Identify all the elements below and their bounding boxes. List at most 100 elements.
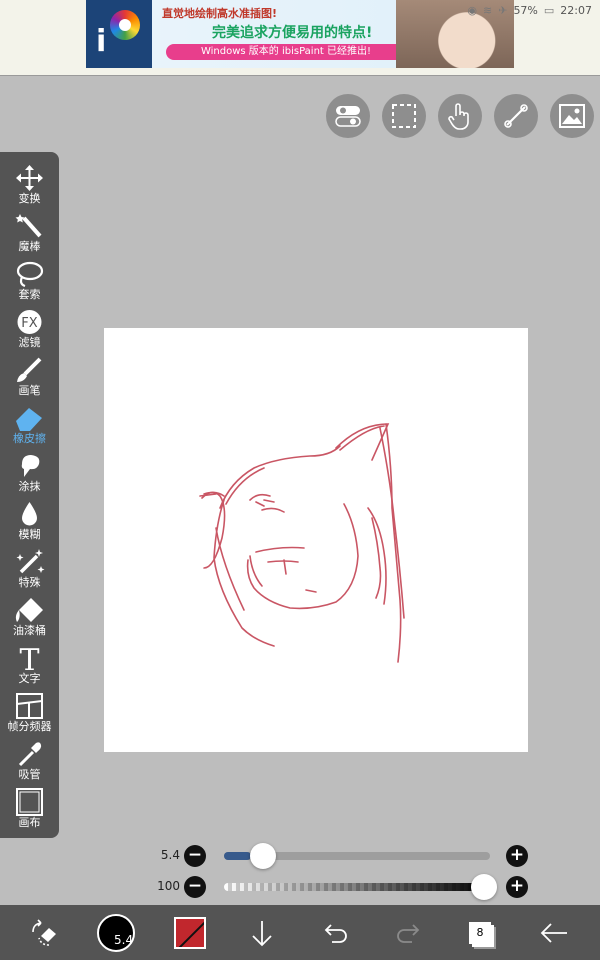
touch-icon (448, 103, 469, 130)
swap-tool-button[interactable] (24, 913, 64, 953)
brush-size-value: 5.4 (160, 848, 180, 862)
redo-button[interactable] (388, 913, 428, 953)
brush-preview: 5.4 (97, 914, 135, 952)
smudge-icon (21, 455, 40, 477)
ad-line3: Windows 版本的 ibisPaint 已经推出! (166, 44, 406, 60)
tool-filter[interactable]: FX 滤镜 (0, 304, 59, 352)
touch-button[interactable] (438, 94, 482, 138)
eyedropper-icon (18, 742, 42, 767)
arrow-left-icon (540, 923, 567, 943)
layer-count: 8 (469, 922, 491, 944)
plus-icon: + (509, 845, 525, 865)
opacity-increase-button[interactable]: + (506, 876, 528, 898)
drawing-canvas[interactable] (104, 328, 528, 752)
slider-thumb[interactable] (471, 874, 497, 900)
svg-text:T: T (19, 644, 39, 672)
plus-icon: + (509, 876, 525, 896)
top-banner-area: i 直觉地绘制高水准插图! 完美追求方便易用的特点! Windows 版本的 i… (0, 0, 600, 76)
size-increase-button[interactable]: + (506, 845, 528, 867)
selection-button[interactable] (382, 94, 426, 138)
tool-label: 变换 (18, 192, 41, 205)
battery-percent: 57% (513, 4, 538, 17)
layers-button[interactable]: 8 (460, 913, 500, 953)
opacity-slider-row: 100 − + (140, 874, 540, 900)
paint-bucket-icon (15, 598, 43, 622)
undo-icon (324, 924, 347, 943)
airplane-icon: ✈ (498, 4, 508, 17)
magic-wand-icon (15, 214, 42, 238)
tool-canvas[interactable]: 画布 (0, 784, 59, 832)
move-icon (16, 165, 43, 191)
back-button[interactable] (534, 913, 574, 953)
tool-label: 涂抹 (18, 480, 41, 493)
tool-label: 文字 (18, 672, 41, 685)
frame-divider-icon (16, 693, 43, 719)
tool-label: 橡皮擦 (13, 432, 46, 445)
tool-paint-bucket[interactable]: 油漆桶 (0, 592, 59, 640)
ruler-button[interactable] (494, 94, 538, 138)
download-button[interactable] (242, 913, 282, 953)
eraser-swap-icon (32, 919, 56, 946)
fx-icon: FX (17, 310, 42, 334)
image-icon (559, 104, 585, 128)
tool-label: 画布 (18, 816, 41, 829)
tool-label: 吸管 (18, 768, 41, 781)
brush-size-button[interactable]: 5.4 (96, 913, 136, 953)
lasso-icon (16, 261, 44, 288)
status-bar: ◉ ≋ ✈ 57% ▭ 22:07 (467, 4, 592, 17)
tool-sidebar: 变换 魔棒 套索 FX 滤镜 画笔 橡皮擦 涂抹 模糊 特殊 油漆桶 T 文字 … (0, 152, 59, 838)
eye-icon: ◉ (467, 4, 477, 17)
tool-blur[interactable]: 模糊 (0, 496, 59, 544)
color-button[interactable] (170, 913, 210, 953)
battery-icon: ▭ (543, 4, 555, 17)
tool-brush[interactable]: 画笔 (0, 352, 59, 400)
brush-size-label: 5.4 (114, 933, 134, 947)
tool-special[interactable]: 特殊 (0, 544, 59, 592)
ad-banner[interactable]: i 直觉地绘制高水准插图! 完美追求方便易用的特点! Windows 版本的 i… (86, 0, 514, 68)
tool-label: 套索 (18, 288, 41, 301)
toggle-button[interactable] (326, 94, 370, 138)
tool-text[interactable]: T 文字 (0, 640, 59, 688)
tool-label: 特殊 (18, 576, 41, 589)
sketch-strokes (199, 423, 405, 663)
color-swatch (174, 917, 206, 949)
clock: 22:07 (560, 4, 592, 17)
image-button[interactable] (550, 94, 594, 138)
size-decrease-button[interactable]: − (184, 845, 206, 867)
canvas-icon (16, 788, 43, 816)
ruler-icon (504, 104, 528, 128)
tool-eyedropper[interactable]: 吸管 (0, 736, 59, 784)
minus-icon: − (187, 876, 203, 896)
tool-label: 滤镜 (18, 336, 41, 349)
opacity-value: 100 (157, 879, 180, 893)
tool-transform[interactable]: 变换 (0, 160, 59, 208)
tool-eraser[interactable]: 橡皮擦 (0, 400, 59, 448)
redo-icon (397, 924, 420, 943)
arrow-down-icon (252, 921, 272, 947)
tool-magic-wand[interactable]: 魔棒 (0, 208, 59, 256)
tool-frame-divider[interactable]: 帧分频器 (0, 688, 59, 736)
toggle-icon (335, 106, 361, 127)
tool-label: 油漆桶 (13, 624, 46, 637)
brush-size-slider[interactable] (224, 843, 490, 869)
eraser-icon (16, 408, 42, 431)
opacity-slider[interactable] (224, 874, 497, 900)
wifi-icon: ≋ (483, 4, 493, 17)
tool-smudge[interactable]: 涂抹 (0, 448, 59, 496)
slider-thumb[interactable] (249, 843, 276, 869)
svg-text:FX: FX (21, 316, 37, 331)
opacity-decrease-button[interactable]: − (184, 876, 206, 898)
selection-icon (392, 104, 416, 128)
ibispaint-logo: i (86, 0, 152, 68)
ad-line2: 完美追求方便易用的特点! (212, 25, 373, 41)
tool-label: 模糊 (18, 528, 41, 541)
text-icon: T (19, 644, 39, 672)
undo-button[interactable] (316, 913, 356, 953)
tool-lasso[interactable]: 套索 (0, 256, 59, 304)
special-icon (16, 549, 45, 574)
blur-icon (22, 502, 37, 526)
tool-label: 魔棒 (18, 240, 41, 253)
slider-fill (224, 852, 251, 860)
brush-size-slider-row: 5.4 − + (140, 843, 540, 869)
brush-icon (17, 357, 42, 382)
